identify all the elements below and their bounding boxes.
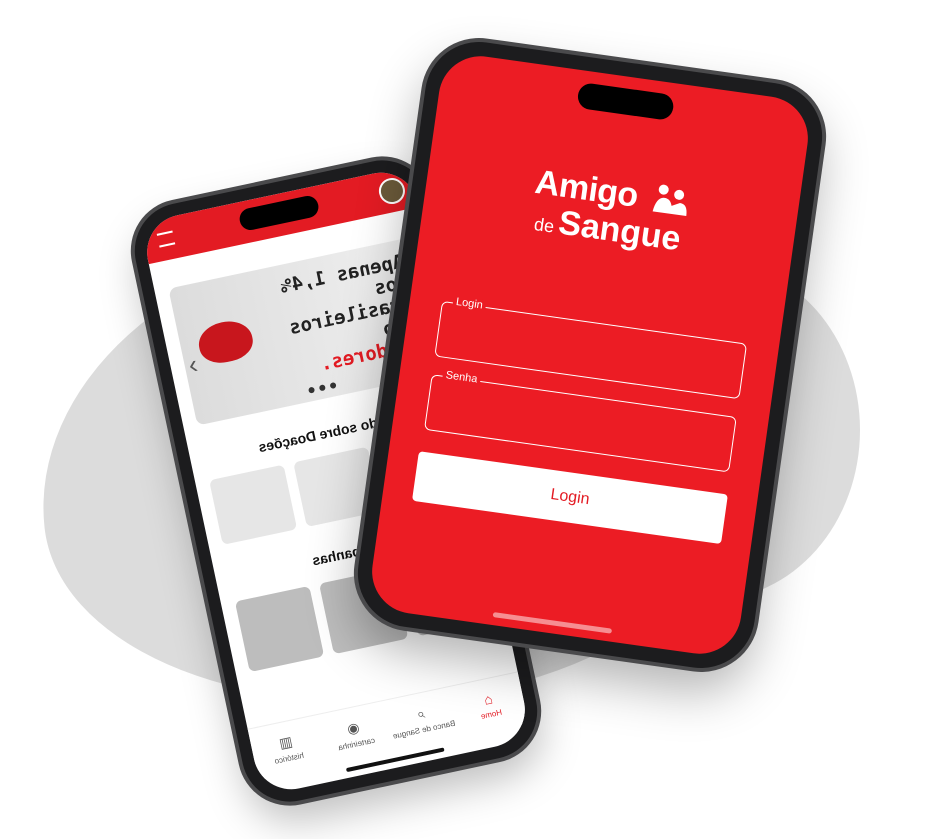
carousel-dot[interactable] bbox=[329, 381, 337, 390]
tab-carteirinha[interactable]: ◉ carteirinha bbox=[315, 701, 393, 766]
tab-label: Home bbox=[480, 707, 503, 721]
search-icon: ⌕ bbox=[415, 704, 427, 722]
bottom-tab-bar: ⌂ Home ⌕ Banco de Sangue ◉ carteirinha ▥… bbox=[247, 671, 529, 781]
bars-icon: ▥ bbox=[277, 732, 294, 751]
carousel-dot[interactable] bbox=[318, 384, 326, 392]
chevron-right-icon[interactable]: › bbox=[186, 349, 201, 381]
login-screen: Amigo deSangue Login Senha Login bbox=[366, 50, 814, 660]
carousel-dot[interactable] bbox=[308, 386, 316, 394]
tab-banco-de-sangue[interactable]: ⌕ Banco de Sangue bbox=[383, 687, 461, 752]
phone-login: Amigo deSangue Login Senha Login bbox=[350, 35, 830, 675]
tab-label: histórico bbox=[273, 750, 305, 766]
dynamic-island bbox=[576, 81, 675, 122]
broadcast-icon: ◉ bbox=[345, 718, 361, 737]
home-indicator bbox=[492, 612, 613, 634]
logo-word-de: de bbox=[532, 213, 556, 237]
tab-label: carteirinha bbox=[337, 735, 376, 752]
home-icon: ⌂ bbox=[482, 690, 494, 708]
campaign-tile[interactable] bbox=[234, 585, 325, 673]
carousel-dots bbox=[308, 381, 337, 394]
tab-home[interactable]: ⌂ Home bbox=[450, 672, 528, 737]
donation-tile[interactable] bbox=[209, 464, 298, 545]
tab-historico[interactable]: ▥ histórico bbox=[248, 715, 326, 780]
app-logo: Amigo deSangue bbox=[421, 148, 800, 275]
